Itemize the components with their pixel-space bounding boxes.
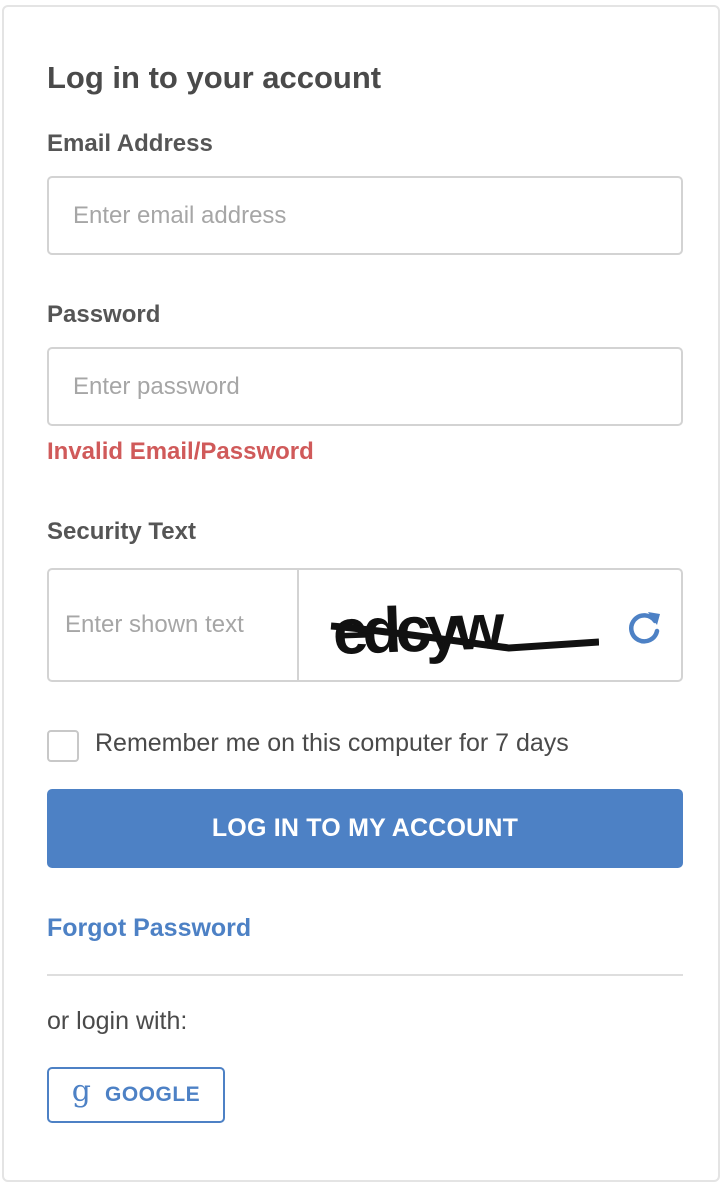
- password-input[interactable]: [47, 347, 683, 426]
- security-text-input[interactable]: [49, 570, 299, 680]
- email-label: Email Address: [47, 130, 213, 157]
- google-login-button[interactable]: g GOOGLE: [47, 1067, 225, 1123]
- remember-label[interactable]: Remember me on this computer for 7 days: [95, 729, 569, 758]
- captcha-image: edcyw: [330, 590, 599, 668]
- google-icon: g: [71, 1074, 92, 1109]
- security-text-label: Security Text: [47, 518, 196, 545]
- login-button[interactable]: LOG IN TO MY ACCOUNT: [47, 789, 683, 868]
- forgot-password-link[interactable]: Forgot Password: [47, 914, 251, 943]
- error-message: Invalid Email/Password: [47, 438, 314, 465]
- page-title: Log in to your account: [47, 60, 382, 95]
- google-button-label: GOOGLE: [105, 1083, 201, 1106]
- divider: [47, 974, 683, 976]
- remember-checkbox[interactable]: [47, 730, 79, 762]
- refresh-icon[interactable]: [624, 607, 664, 647]
- login-card: Log in to your account Email Address Pas…: [2, 5, 720, 1182]
- password-label: Password: [47, 301, 161, 328]
- captcha-group: edcyw: [47, 568, 683, 682]
- alt-login-label: or login with:: [47, 1007, 188, 1035]
- email-input[interactable]: [47, 176, 683, 255]
